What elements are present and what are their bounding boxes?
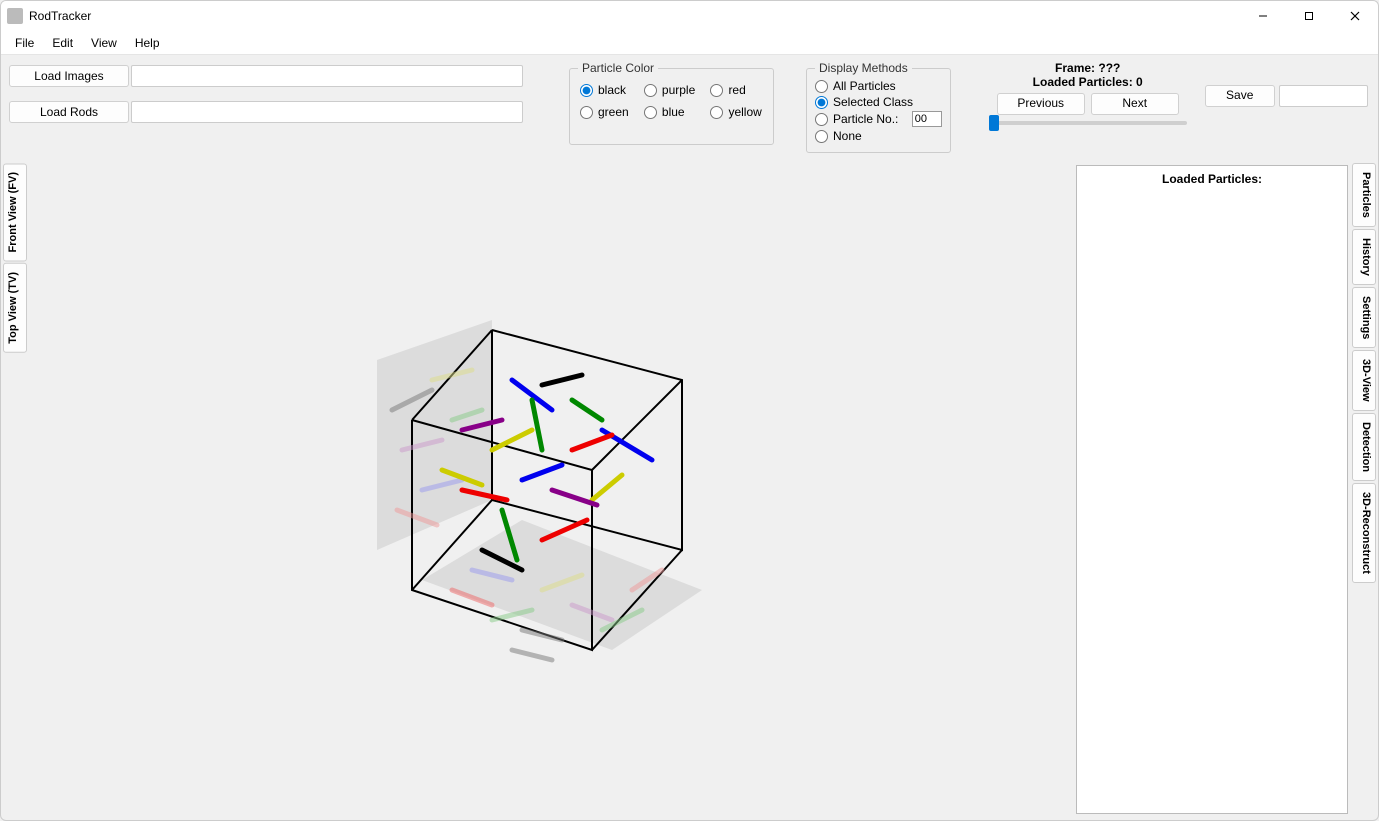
frame-panel: Frame: ??? Loaded Particles: 0 Previous … bbox=[983, 61, 1193, 153]
right-panel: Loaded Particles: bbox=[1074, 159, 1350, 820]
particle-color-group: Particle Color black purple red green bl… bbox=[569, 61, 774, 145]
right-tab-strip: Particles History Settings 3D-View Detec… bbox=[1350, 159, 1378, 820]
tab-history[interactable]: History bbox=[1352, 229, 1376, 285]
tab-detection[interactable]: Detection bbox=[1352, 413, 1376, 481]
particle-number-input[interactable] bbox=[912, 111, 942, 127]
images-path-field[interactable] bbox=[131, 65, 523, 87]
load-rods-button[interactable]: Load Rods bbox=[9, 101, 129, 123]
display-selected[interactable]: Selected Class bbox=[815, 95, 942, 109]
slider-thumb[interactable] bbox=[989, 115, 999, 131]
app-icon bbox=[7, 8, 23, 24]
rods-path-field[interactable] bbox=[131, 101, 523, 123]
color-purple[interactable]: purple bbox=[644, 83, 697, 97]
color-green[interactable]: green bbox=[580, 105, 630, 119]
loaded-particles-header: Loaded Particles: bbox=[1083, 172, 1341, 186]
menu-help[interactable]: Help bbox=[127, 34, 168, 52]
tab-3d-reconstruct[interactable]: 3D-Reconstruct bbox=[1352, 483, 1376, 583]
display-number[interactable]: Particle No.: bbox=[815, 111, 942, 127]
display-methods-legend: Display Methods bbox=[815, 61, 912, 75]
main-area: Front View (FV) Top View (TV) bbox=[1, 159, 1378, 820]
save-path-field[interactable] bbox=[1279, 85, 1368, 107]
app-window: RodTracker File Edit View Help Load Imag… bbox=[0, 0, 1379, 821]
tab-front-view[interactable]: Front View (FV) bbox=[3, 163, 27, 261]
tab-particles[interactable]: Particles bbox=[1352, 163, 1376, 227]
menu-edit[interactable]: Edit bbox=[44, 34, 81, 52]
save-button[interactable]: Save bbox=[1205, 85, 1275, 107]
tab-3d-view[interactable]: 3D-View bbox=[1352, 350, 1376, 411]
left-tab-strip: Front View (FV) Top View (TV) bbox=[1, 159, 29, 820]
loaded-particles-box[interactable]: Loaded Particles: bbox=[1076, 165, 1348, 814]
load-section: Load Images Load Rods bbox=[5, 61, 527, 153]
display-methods-group: Display Methods All Particles Selected C… bbox=[806, 61, 951, 153]
color-yellow[interactable]: yellow bbox=[710, 105, 763, 119]
load-images-button[interactable]: Load Images bbox=[9, 65, 129, 87]
color-blue[interactable]: blue bbox=[644, 105, 697, 119]
maximize-button[interactable] bbox=[1286, 1, 1332, 31]
next-button[interactable]: Next bbox=[1091, 93, 1179, 115]
tab-settings[interactable]: Settings bbox=[1352, 287, 1376, 348]
viewport-3d[interactable] bbox=[29, 159, 1074, 820]
cube-render bbox=[342, 290, 762, 690]
app-title: RodTracker bbox=[29, 9, 1240, 23]
save-panel: Save bbox=[1199, 61, 1374, 153]
particle-color-legend: Particle Color bbox=[578, 61, 658, 75]
display-none[interactable]: None bbox=[815, 129, 942, 143]
color-black[interactable]: black bbox=[580, 83, 630, 97]
frame-slider[interactable] bbox=[989, 121, 1187, 125]
menubar: File Edit View Help bbox=[1, 31, 1378, 55]
toolbar: Load Images Load Rods Particle Color bla… bbox=[1, 55, 1378, 159]
loaded-particles-label: Loaded Particles: 0 bbox=[1033, 75, 1143, 89]
menu-file[interactable]: File bbox=[7, 34, 42, 52]
display-all[interactable]: All Particles bbox=[815, 79, 942, 93]
minimize-button[interactable] bbox=[1240, 1, 1286, 31]
frame-label: Frame: ??? bbox=[1055, 61, 1120, 75]
previous-button[interactable]: Previous bbox=[997, 93, 1085, 115]
titlebar: RodTracker bbox=[1, 1, 1378, 31]
close-button[interactable] bbox=[1332, 1, 1378, 31]
color-red[interactable]: red bbox=[710, 83, 763, 97]
menu-view[interactable]: View bbox=[83, 34, 125, 52]
tab-top-view[interactable]: Top View (TV) bbox=[3, 263, 27, 353]
